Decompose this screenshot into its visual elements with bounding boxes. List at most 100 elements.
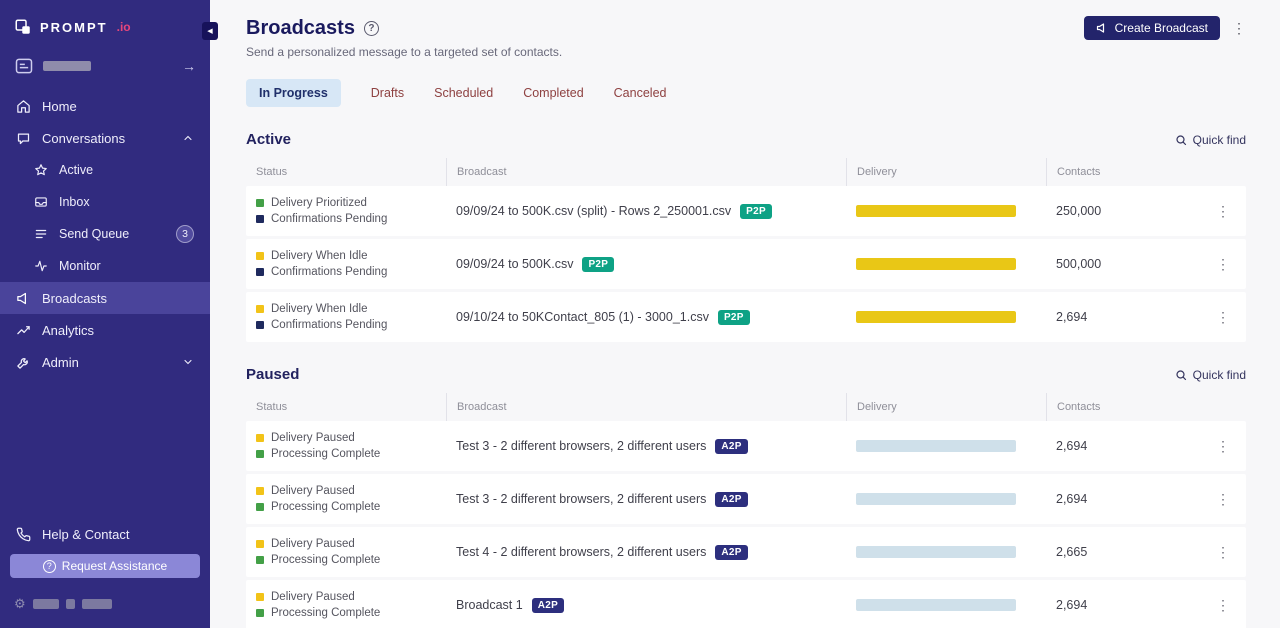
- broadcast-name: Test 3 - 2 different browsers, 2 differe…: [456, 439, 706, 453]
- row-menu-button[interactable]: ⋮: [1216, 597, 1230, 614]
- status-line: Delivery Paused: [256, 538, 446, 550]
- create-broadcast-button[interactable]: Create Broadcast: [1084, 16, 1220, 40]
- type-badge: A2P: [715, 545, 747, 560]
- quick-find-button[interactable]: Quick find: [1175, 133, 1246, 147]
- row-menu-button[interactable]: ⋮: [1216, 203, 1230, 220]
- tab-in-progress[interactable]: In Progress: [246, 79, 341, 107]
- sidebar-item-label: Conversations: [42, 131, 125, 146]
- sidebar-item-analytics[interactable]: Analytics: [0, 314, 210, 346]
- sidebar-item-help-contact[interactable]: Help & Contact: [0, 518, 210, 550]
- table-row[interactable]: Delivery When Idle Confirmations Pending…: [246, 239, 1246, 289]
- table-row[interactable]: Delivery Paused Processing Complete Test…: [246, 527, 1246, 577]
- help-icon[interactable]: ?: [364, 21, 379, 36]
- broadcast-name: 09/10/24 to 50KContact_805 (1) - 3000_1.…: [456, 310, 709, 324]
- status-square-icon: [256, 487, 264, 495]
- sidebar-item-send-queue[interactable]: Send Queue 3: [0, 218, 210, 250]
- sidebar-collapse-button[interactable]: ◀: [202, 22, 218, 40]
- tab-scheduled[interactable]: Scheduled: [434, 79, 493, 107]
- user-row[interactable]: →: [0, 46, 210, 90]
- redacted-user-name: [43, 61, 91, 71]
- table-row[interactable]: Delivery Paused Processing Complete Broa…: [246, 580, 1246, 628]
- sidebar-nav: Home Conversations Active Inbox: [0, 90, 210, 378]
- sidebar-bottom-bar: ⚙: [0, 586, 210, 628]
- status-label: Processing Complete: [271, 448, 380, 460]
- analytics-icon: [16, 323, 31, 338]
- sidebar-item-inbox[interactable]: Inbox: [0, 186, 210, 218]
- column-header-broadcast: Broadcast: [446, 393, 846, 421]
- row-menu-button[interactable]: ⋮: [1216, 544, 1230, 561]
- type-badge: P2P: [582, 257, 614, 272]
- sidebar-item-monitor[interactable]: Monitor: [0, 250, 210, 282]
- delivery-progress-bar: [856, 205, 1016, 217]
- status-square-icon: [256, 321, 264, 329]
- brand-suffix: .io: [117, 20, 131, 34]
- tab-canceled[interactable]: Canceled: [614, 79, 667, 107]
- sidebar-item-label: Help & Contact: [42, 527, 129, 542]
- sidebar-item-label: Inbox: [59, 195, 90, 209]
- status-label: Delivery Paused: [271, 538, 355, 550]
- status-label: Delivery Prioritized: [271, 197, 367, 209]
- status-line: Delivery Paused: [256, 485, 446, 497]
- request-assistance-button[interactable]: ? Request Assistance: [10, 554, 200, 578]
- status-line: Delivery Paused: [256, 432, 446, 444]
- status-square-icon: [256, 252, 264, 260]
- sidebar-item-admin[interactable]: Admin: [0, 346, 210, 378]
- delivery-fill: [856, 493, 1016, 505]
- table-row[interactable]: Delivery When Idle Confirmations Pending…: [246, 292, 1246, 342]
- open-arrow-icon[interactable]: →: [182, 58, 196, 74]
- phone-icon: [16, 527, 31, 542]
- tab-completed[interactable]: Completed: [523, 79, 583, 107]
- star-icon: [34, 163, 48, 177]
- send-queue-count-badge: 3: [176, 225, 194, 243]
- gear-icon[interactable]: ⚙: [14, 596, 26, 612]
- sidebar-item-home[interactable]: Home: [0, 90, 210, 122]
- header-menu-button[interactable]: ⋮: [1232, 21, 1246, 35]
- row-menu-button[interactable]: ⋮: [1216, 438, 1230, 455]
- sidebar-item-active[interactable]: Active: [0, 154, 210, 186]
- main-content: Broadcasts ? Create Broadcast ⋮ Send a p…: [210, 0, 1280, 628]
- sidebar-item-broadcasts[interactable]: Broadcasts: [0, 282, 210, 314]
- broadcast-name: Broadcast 1: [456, 598, 523, 612]
- row-menu-button[interactable]: ⋮: [1216, 491, 1230, 508]
- table-row[interactable]: Delivery Paused Processing Complete Test…: [246, 421, 1246, 471]
- column-header-contacts: Contacts: [1046, 393, 1246, 421]
- table-row[interactable]: Delivery Paused Processing Complete Test…: [246, 474, 1246, 524]
- status-label: Delivery When Idle: [271, 303, 368, 315]
- type-badge: A2P: [715, 439, 747, 454]
- page-header: Broadcasts ? Create Broadcast ⋮: [246, 16, 1246, 40]
- status-square-icon: [256, 609, 264, 617]
- send-queue-icon: [34, 227, 48, 241]
- status-square-icon: [256, 305, 264, 313]
- quick-find-label: Quick find: [1193, 133, 1246, 147]
- delivery-fill: [856, 440, 1016, 452]
- table-row[interactable]: Delivery Prioritized Confirmations Pendi…: [246, 186, 1246, 236]
- status-line: Processing Complete: [256, 554, 446, 566]
- page-title: Broadcasts: [246, 17, 355, 40]
- quick-find-button[interactable]: Quick find: [1175, 368, 1246, 382]
- broadcast-name: Test 3 - 2 different browsers, 2 differe…: [456, 492, 706, 506]
- row-menu-button[interactable]: ⋮: [1216, 309, 1230, 326]
- tab-drafts[interactable]: Drafts: [371, 79, 404, 107]
- type-badge: A2P: [532, 598, 564, 613]
- column-header-delivery: Delivery: [846, 158, 1046, 186]
- user-avatar: [14, 56, 34, 76]
- table-body-active: Delivery Prioritized Confirmations Pendi…: [246, 186, 1246, 342]
- status-line: Processing Complete: [256, 501, 446, 513]
- row-menu-button[interactable]: ⋮: [1216, 256, 1230, 273]
- broadcast-name: 09/09/24 to 500K.csv (split) - Rows 2_25…: [456, 204, 731, 218]
- status-line: Delivery When Idle: [256, 303, 446, 315]
- section-paused: Paused Quick find Status Broadcast Deliv…: [246, 366, 1246, 628]
- status-square-icon: [256, 450, 264, 458]
- status-square-icon: [256, 215, 264, 223]
- page-subtitle: Send a personalized message to a targete…: [246, 45, 1246, 59]
- search-icon: [1175, 369, 1187, 381]
- inbox-icon: [34, 195, 48, 209]
- broadcast-name: 09/09/24 to 500K.csv: [456, 257, 573, 271]
- sidebar-item-conversations[interactable]: Conversations: [0, 122, 210, 154]
- status-square-icon: [256, 199, 264, 207]
- create-broadcast-label: Create Broadcast: [1115, 21, 1208, 35]
- column-header-contacts: Contacts: [1046, 158, 1246, 186]
- broadcast-name: Test 4 - 2 different browsers, 2 differe…: [456, 545, 706, 559]
- sidebar-item-label: Analytics: [42, 323, 94, 338]
- contacts-value: 2,694: [1056, 492, 1087, 506]
